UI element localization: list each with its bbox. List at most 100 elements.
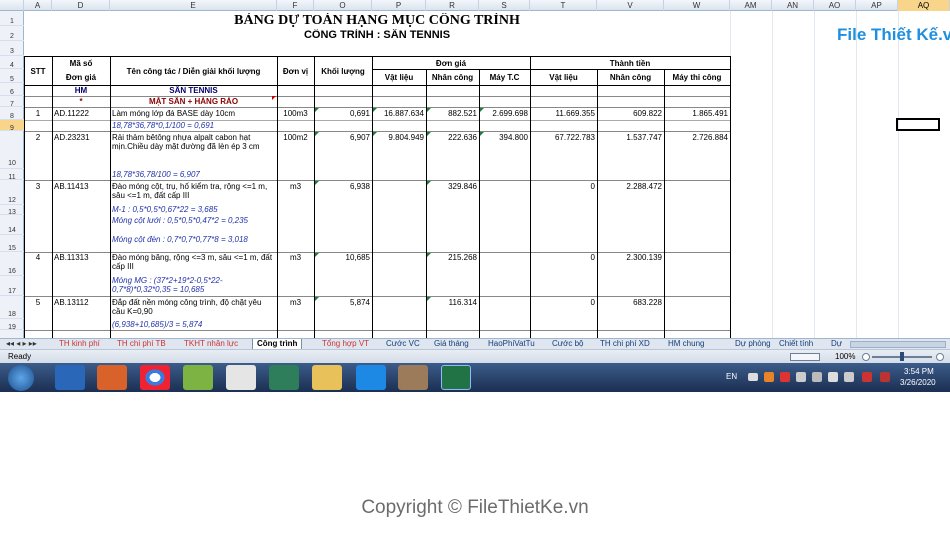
row-header[interactable]: 16 [0,252,24,276]
hdr-don-gia: Đơn giá [435,59,467,68]
app-icon[interactable] [269,365,299,390]
language-indicator[interactable]: EN [726,372,737,381]
status-bar: Ready 100% [0,349,950,363]
tray-icon[interactable] [764,372,774,382]
column-header-bar: A D E F O P R S T V W AM AN AO AP AQ [0,0,950,11]
chrome-icon[interactable] [140,365,170,390]
col-header[interactable]: AN [772,0,814,11]
col-header-selected[interactable]: AQ [898,0,950,11]
col-header[interactable]: S [479,0,530,11]
row-header[interactable]: 2 [0,26,24,41]
cloud-icon[interactable] [748,373,758,381]
row-header[interactable]: 19 [0,319,24,331]
clock-time[interactable]: 3:54 PM [904,367,934,376]
tray-icon[interactable] [862,372,872,382]
col-header[interactable]: W [664,0,730,11]
item-qty: 5,874 [349,298,370,307]
paint-icon[interactable] [398,365,428,390]
col-header[interactable]: V [597,0,664,11]
sheet-tab-bar: ◂◂ ◂ ▸ ▸▸ TH kinh phí TH chi phí TB TKHT… [0,338,950,350]
network-icon[interactable] [812,372,822,382]
col-header[interactable]: P [372,0,426,11]
app-icon[interactable] [183,365,213,390]
item-tmtc: 1.865.491 [692,109,728,118]
item-formula: 18,78*36,78*0,1/100 = 0,691 [112,121,215,130]
row-header[interactable]: 15 [0,235,24,252]
hdr-nhan-cong: Nhân công [431,73,474,82]
app-icon[interactable] [226,365,256,390]
zoom-thumb[interactable] [900,352,904,361]
tray-icon[interactable] [880,372,890,382]
item-formula: (6,938+10,685)/3 = 5,874 [112,320,203,329]
item-name: Đắp đất nền móng công trình, độ chặt yêu… [112,298,262,316]
item-formula: Móng cột đèn : 0,7*0,7*0,77*8 = 3,018 [112,235,248,244]
item-nc: 215.268 [448,253,477,262]
zoom-out-icon[interactable] [862,353,870,361]
item-qty: 10,685 [345,253,370,262]
tray-icon[interactable] [780,372,790,382]
row-header[interactable]: 17 [0,276,24,296]
row-header[interactable]: 13 [0,205,24,216]
tray-icon[interactable] [844,372,854,382]
col-header[interactable]: AO [814,0,856,11]
item-unit: 100m3 [283,109,308,118]
col-header[interactable]: T [530,0,597,11]
item-tnc: 1.537.747 [626,133,662,142]
item-code: AD.23231 [54,133,90,142]
excel-icon[interactable] [441,365,471,390]
select-all-corner[interactable] [0,0,24,11]
row-header[interactable]: 10 [0,131,24,169]
col-header[interactable]: E [110,0,277,11]
row-header[interactable]: 5 [0,69,24,83]
row-header[interactable]: 11 [0,169,24,181]
row-header[interactable]: 6 [0,83,24,96]
horizontal-scrollbar[interactable] [850,341,946,348]
item-qty: 0,691 [349,109,370,118]
windows-taskbar: EN 3:54 PM 3/26/2020 [0,363,950,392]
start-button-icon[interactable] [8,365,34,391]
item-tnc: 2.300.139 [626,253,662,262]
worksheet-grid[interactable]: BẢNG DỰ TOÁN HẠNG MỤC CÔNG TRÌNH CÔNG TR… [24,11,950,338]
row-header[interactable]: 4 [0,56,24,69]
row-header-bar: 1 2 3 4 5 6 7 8 9 10 11 12 13 14 15 16 1… [0,11,24,338]
sheet-title: BẢNG DỰ TOÁN HẠNG MỤC CÔNG TRÌNH [234,13,520,28]
item-name: Rải thảm bêtông nhựa alpalt cabon hạt mị… [112,133,260,151]
clock-date[interactable]: 3/26/2020 [900,378,936,387]
row-header[interactable]: 18 [0,296,24,319]
item-nc: 116.314 [448,298,477,307]
col-header[interactable]: D [52,0,110,11]
col-header[interactable]: R [426,0,479,11]
active-cell[interactable] [896,118,940,131]
explorer-icon[interactable] [312,365,342,390]
row-header[interactable]: 7 [0,96,24,108]
row-header[interactable]: 3 [0,41,24,56]
flag-icon[interactable] [828,372,838,382]
row-header[interactable]: 12 [0,180,24,205]
hdr-may-thi-cong-tt: Máy thi công [672,73,722,82]
item-stt: 4 [35,253,41,262]
zoom-in-icon[interactable] [936,353,944,361]
copyright-watermark: Copyright © FileThietKe.vn [361,497,589,518]
view-buttons[interactable] [790,353,820,361]
item-stt: 1 [35,109,41,118]
media-player-icon[interactable] [97,365,127,390]
hdr-don-gia-code: Đơn giá [65,73,97,82]
zoom-level[interactable]: 100% [835,350,855,363]
row-header-selected[interactable]: 9 [0,120,24,132]
col-header[interactable]: AM [730,0,772,11]
hdr-khoi-luong: Khối lượng [321,67,365,76]
col-header[interactable]: AP [856,0,898,11]
item-code: AB.13112 [54,298,89,307]
item-tnc: 2.288.472 [626,182,662,191]
col-header[interactable]: A [24,0,52,11]
item-formula: M-1 : 0,5*0,5*0,67*22 = 3,685 [112,205,218,214]
col-header[interactable]: O [314,0,372,11]
row-header[interactable]: 1 [0,11,24,26]
row-header[interactable]: 14 [0,215,24,235]
volume-icon[interactable] [796,372,806,382]
row-header[interactable]: 8 [0,107,24,120]
ie-icon[interactable] [55,365,85,390]
zalo-icon[interactable] [356,365,386,390]
col-header[interactable]: F [277,0,314,11]
item-qty: 6,907 [349,133,370,142]
